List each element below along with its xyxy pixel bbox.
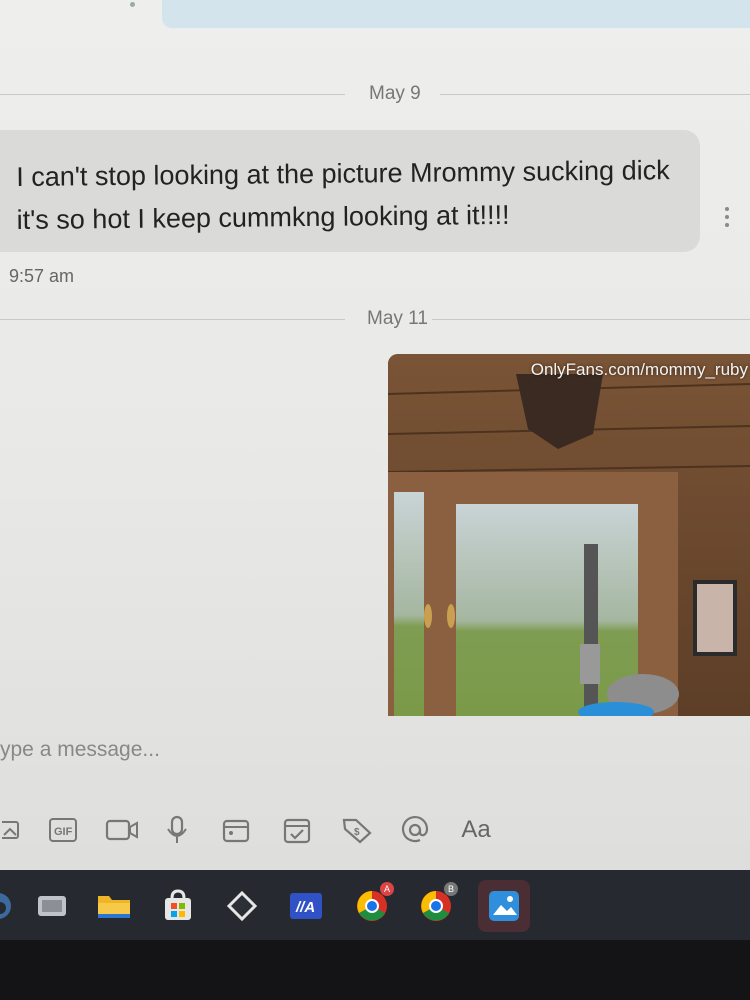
app-icon[interactable] [220, 884, 264, 928]
svg-text://A: //A [295, 899, 315, 916]
photo-image [388, 354, 750, 716]
store-icon[interactable] [156, 884, 200, 928]
app-icon-2[interactable]: //A [284, 884, 328, 928]
date-label: May 9 [369, 83, 421, 104]
microphone-icon[interactable] [164, 810, 190, 850]
photos-icon[interactable] [478, 880, 530, 932]
price-tag-icon[interactable]: $ [340, 810, 374, 850]
composer-toolbar: GIF $ Aa [0, 810, 750, 850]
photo-watermark: OnlyFans.com/mommy_ruby [530, 360, 748, 379]
message-text: I can't stop looking at the picture Mrom… [16, 155, 670, 235]
media-library-icon[interactable] [220, 810, 252, 850]
date-separator: May 11 [0, 308, 750, 332]
chrome-profile-badge: A [380, 882, 394, 896]
monitor-bezel [0, 940, 750, 1000]
svg-text:$: $ [354, 827, 360, 838]
mention-icon[interactable] [398, 810, 432, 850]
previous-message-bubble[interactable] [162, 0, 750, 28]
date-label: May 11 [367, 308, 428, 329]
chrome-icon-2[interactable]: B [414, 882, 458, 928]
video-icon[interactable] [104, 810, 140, 850]
chat-screen: May 9 I can't stop looking at the pictur… [0, 0, 750, 870]
file-explorer-icon[interactable] [92, 884, 136, 928]
gif-icon[interactable]: GIF [47, 810, 79, 850]
more-options-icon[interactable] [721, 205, 733, 233]
chrome-profile-badge: B [444, 882, 458, 896]
message-time: 9:57 am [9, 266, 75, 286]
task-view-icon[interactable] [30, 884, 74, 928]
date-separator: May 9 [0, 83, 750, 107]
dot-indicator [130, 2, 135, 7]
svg-text:GIF: GIF [54, 826, 73, 838]
message-input[interactable]: ype a message... [0, 738, 160, 762]
message-bubble[interactable]: I can't stop looking at the picture Mrom… [0, 130, 700, 252]
schedule-icon[interactable] [281, 810, 313, 850]
text-format-icon[interactable]: Aa [456, 810, 496, 850]
chrome-icon[interactable]: A [350, 882, 394, 928]
photo-message[interactable]: OnlyFans.com/mommy_ruby [388, 354, 750, 716]
image-icon[interactable] [0, 810, 22, 850]
edge-icon[interactable] [0, 884, 20, 928]
windows-taskbar: //A A B [0, 870, 750, 940]
